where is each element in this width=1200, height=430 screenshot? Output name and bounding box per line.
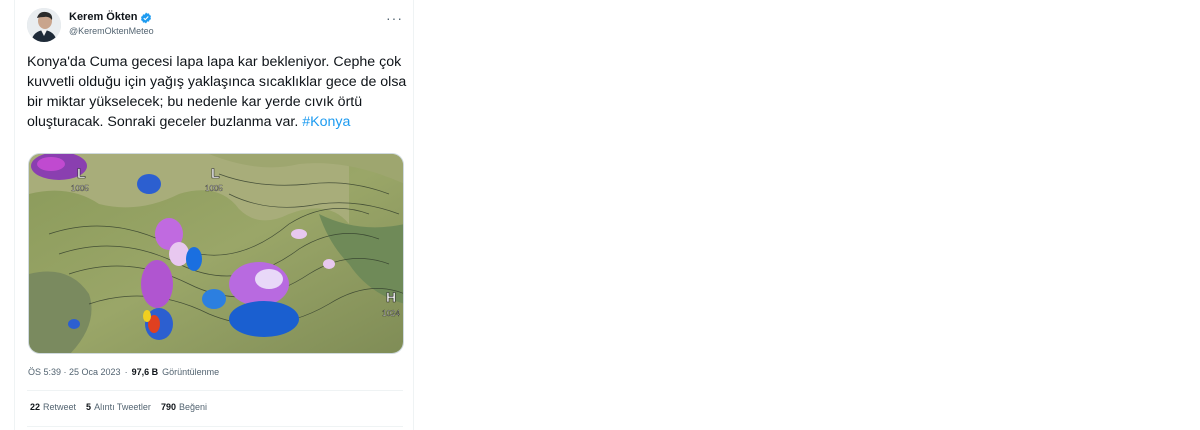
high-pressure-value: 1024 [382, 309, 400, 318]
divider-top [27, 390, 403, 391]
views-count: 97,6 B [131, 367, 159, 377]
low-pressure-letter-1: L [77, 165, 86, 181]
retweets-label: Retweet [43, 402, 77, 412]
meta-separator: · [124, 367, 128, 377]
retweets-count: 22 [30, 402, 41, 412]
hashtag-link[interactable]: #Konya [302, 114, 350, 130]
low-pressure-value-2: 1005 [205, 184, 223, 193]
likes-count: 790 [160, 402, 176, 412]
tweet-media-weather-map[interactable]: L 1005 L 1005 H 1024 [28, 153, 404, 354]
author-avatar[interactable] [27, 8, 61, 42]
tweet-header: Kerem Ökten @KeremOktenMeteo ··· [27, 8, 405, 44]
views-label: Görüntülenme [162, 367, 220, 377]
tweet-timestamp[interactable]: ÖS 5:39 · 25 Oca 2023 [28, 367, 121, 377]
quotes-label: Alıntı Tweetler [94, 402, 151, 412]
retweets-stat[interactable]: 22 Retweet [30, 402, 76, 412]
low-pressure-letter-2: L [211, 165, 220, 181]
divider-bottom [27, 426, 403, 427]
low-pressure-value-1: 1005 [71, 184, 89, 193]
tweet-card: Kerem Ökten @KeremOktenMeteo ··· Konya'd… [14, 0, 414, 430]
tweet-meta: ÖS 5:39 · 25 Oca 2023 · 97,6 B Görüntüle… [28, 367, 219, 377]
author-handle[interactable]: @KeremOktenMeteo [69, 26, 154, 36]
likes-stat[interactable]: 790 Beğeni [161, 402, 207, 412]
tweet-stats: 22 Retweet 5 Alıntı Tweetler 790 Beğeni [30, 402, 207, 412]
quotes-stat[interactable]: 5 Alıntı Tweetler [86, 402, 151, 412]
verified-badge-icon [140, 11, 152, 24]
likes-label: Beğeni [178, 402, 207, 412]
more-dots-icon[interactable]: ··· [386, 10, 403, 26]
high-pressure-letter: H [386, 289, 396, 305]
quotes-count: 5 [86, 402, 92, 412]
tweet-text: Konya'da Cuma gecesi lapa lapa kar bekle… [27, 52, 407, 132]
author-name[interactable]: Kerem Ökten [69, 11, 137, 23]
